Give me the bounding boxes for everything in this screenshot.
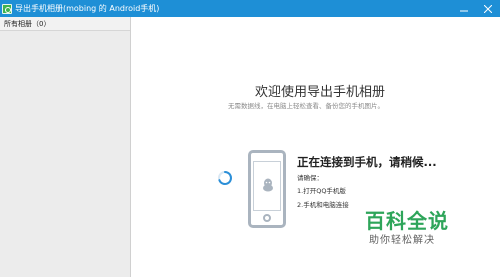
app-window: 导出手机相册(mobing 的 Android手机) 所有相册（0） 欢迎使用导… [0,0,500,277]
window-controls [452,0,500,17]
phone-screen [253,161,281,211]
album-app-icon [2,3,12,14]
welcome-title: 欢迎使用导出手机相册 [255,85,386,100]
minimize-icon [460,10,468,11]
phone-home-button [263,214,271,222]
qq-icon [263,178,273,192]
welcome-subtitle: 无需数据线，在电脑上轻松查看、备份您的手机图片。 [228,102,384,110]
all-albums-item[interactable]: 所有相册（0） [0,17,130,31]
album-sidebar: 所有相册（0） [0,17,131,277]
title-bar[interactable]: 导出手机相册(mobing 的 Android手机) [0,0,500,17]
connection-step-2: 2.手机和电脑连接 [297,201,349,209]
watermark-title: 百科全说 [365,209,449,233]
loading-spinner-icon [218,171,232,185]
connection-note-label: 请确保： [297,174,323,182]
main-panel: 欢迎使用导出手机相册 无需数据线，在电脑上轻松查看、备份您的手机图片。 正在连接… [132,17,500,277]
phone-icon [248,150,286,228]
connection-status: 正在连接到手机，请稍候... [297,155,437,169]
close-button[interactable] [476,0,500,17]
minimize-button[interactable] [452,0,476,17]
window-title: 导出手机相册(mobing 的 Android手机) [15,4,160,13]
watermark-subtitle: 助你轻松解决 [369,235,435,246]
close-icon [484,4,492,13]
connection-step-1: 1.打开QQ手机版 [297,187,346,195]
